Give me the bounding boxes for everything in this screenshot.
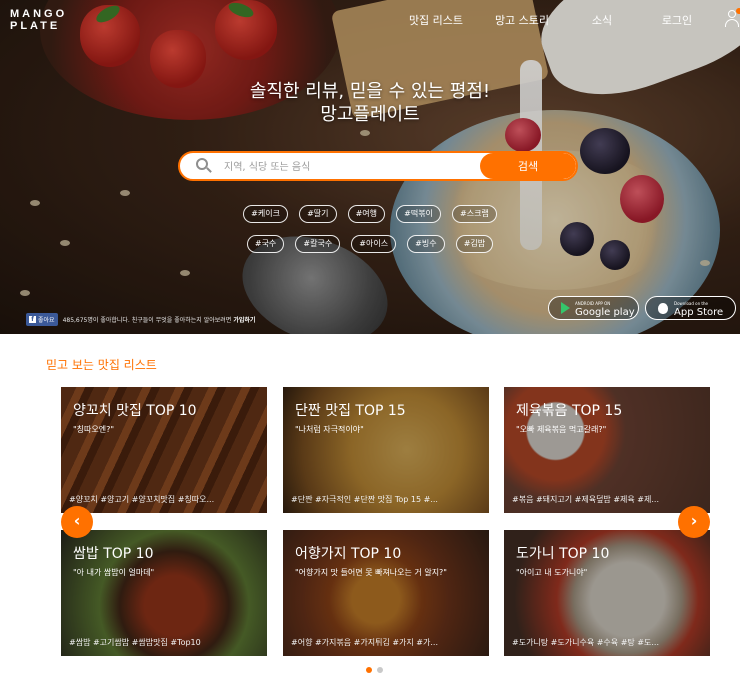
tag-row-1: #케이크 #딸기 #여행 #떡볶이 #스크랩	[0, 201, 740, 223]
facebook-like-bar: f 좋아요 485,675명이 좋아합니다. 친구들이 무엇을 좋아하는지 알아보…	[26, 313, 255, 326]
card-title: 어향가지 TOP 10	[295, 546, 402, 562]
notification-dot	[736, 8, 740, 14]
tag-chip[interactable]: #딸기	[299, 205, 337, 223]
google-play-icon	[561, 302, 570, 314]
hero-headline-line-2: 망고플레이트	[320, 104, 420, 125]
facebook-like-label: 좋아요	[38, 317, 55, 324]
card-keywords: #어향 #가지볶음 #가지튀김 #가지 #가...	[291, 638, 438, 647]
nav-item-mango-story[interactable]: 망고 스토리	[472, 12, 572, 28]
carousel-next-button[interactable]: ›	[678, 506, 710, 538]
list-card[interactable]: 제육볶음 TOP 15 "오빠 제육볶음 먹고갈래?" #볶음 #돼지고기 #제…	[504, 387, 710, 513]
list-card[interactable]: 양꼬치 맛집 TOP 10 "칭따오엔?" #양꼬치 #양고기 #양꼬치맛집 #…	[61, 387, 267, 513]
card-quote: "나처럼 자극적이야"	[295, 425, 364, 434]
pagination-dot[interactable]	[377, 667, 383, 673]
card-quote: "아이고 내 도가니야"	[516, 568, 588, 577]
tag-chip[interactable]: #떡볶이	[396, 205, 441, 223]
tag-chip[interactable]: #여행	[347, 205, 386, 223]
card-title: 제육볶음 TOP 15	[516, 403, 623, 419]
tag-chip[interactable]: #스크랩	[452, 205, 497, 223]
hero-headline: 솔직한 리뷰, 믿을 수 있는 평점! 망고플레이트	[0, 80, 740, 126]
logo-line-2: PLATE	[10, 20, 61, 32]
tag-row-2: #국수 #칼국수 #아이스 #빙수 #김밥	[0, 231, 740, 253]
carousel-pagination	[366, 667, 388, 673]
search-input[interactable]	[224, 157, 474, 177]
hero-banner: MANGO PLATE 맛집 리스트 망고 스토리 소식 로그인 솔직한 리뷰,…	[0, 0, 740, 334]
card-keywords: #도가니탕 #도가니수육 #수육 #탕 #도...	[512, 638, 659, 647]
card-quote: "오빠 제육볶음 먹고갈래?"	[516, 425, 607, 434]
pagination-dot-active[interactable]	[366, 667, 372, 673]
card-title: 쌈밥 TOP 10	[73, 546, 154, 562]
list-card[interactable]: 어향가지 TOP 10 "어향가지 맛 들어면 못 빠져나오는 거 알지?" #…	[283, 530, 489, 656]
card-keywords: #볶음 #돼지고기 #제육덮밥 #제육 #제...	[512, 495, 659, 504]
section-title: 믿고 보는 맛집 리스트	[46, 358, 157, 372]
nav-item-login[interactable]: 로그인	[632, 12, 722, 28]
user-icon[interactable]	[723, 8, 740, 28]
tag-chip[interactable]: #아이스	[351, 235, 397, 253]
google-play-label: Google play	[575, 307, 635, 318]
hero-headline-line-1: 솔직한 리뷰, 믿을 수 있는 평점!	[249, 81, 491, 102]
top-nav: 맛집 리스트 망고 스토리 소식 로그인	[400, 12, 722, 28]
app-store-button[interactable]: Download on the App Store	[645, 296, 736, 320]
card-quote: "아 내가 쌈밥이 얼마데"	[73, 568, 155, 577]
list-card[interactable]: 쌈밥 TOP 10 "아 내가 쌈밥이 얼마데" #쌈밥 #고기쌈밥 #쌈밥맛집…	[61, 530, 267, 656]
card-quote: "어향가지 맛 들어면 못 빠져나오는 거 알지?"	[295, 568, 447, 577]
search-icon	[196, 158, 212, 174]
card-quote: "칭따오엔?"	[73, 425, 115, 434]
nav-item-news[interactable]: 소식	[572, 12, 632, 28]
nav-item-restaurant-list[interactable]: 맛집 리스트	[400, 12, 472, 28]
carousel-prev-button[interactable]: ‹	[61, 506, 93, 538]
tag-chip[interactable]: #빙수	[407, 235, 445, 253]
tag-chip[interactable]: #칼국수	[295, 235, 341, 253]
card-title: 단짠 맛집 TOP 15	[295, 403, 406, 419]
google-play-button[interactable]: ANDROID APP ON Google play	[548, 296, 639, 320]
facebook-join-link[interactable]: 가입하기	[233, 315, 255, 324]
card-keywords: #쌈밥 #고기쌈밥 #쌈밥맛집 #Top10	[69, 638, 201, 647]
facebook-like-text: 485,675명이 좋아합니다. 친구들이 무엇을 좋아하는지 알아보려면	[62, 317, 232, 324]
card-keywords: #단짠 #자극적인 #단짠 맛집 Top 15 #...	[291, 495, 438, 504]
app-store-label: App Store	[674, 307, 724, 318]
tag-chip[interactable]: #케이크	[243, 205, 288, 223]
facebook-like-button[interactable]: f 좋아요	[26, 313, 58, 326]
search-button[interactable]: 검색	[480, 153, 576, 179]
list-card[interactable]: 도가니 TOP 10 "아이고 내 도가니야" #도가니탕 #도가니수육 #수육…	[504, 530, 710, 656]
facebook-icon: f	[29, 316, 36, 323]
mangoplate-logo[interactable]: MANGO PLATE	[10, 8, 67, 32]
tag-chip[interactable]: #국수	[246, 235, 285, 253]
card-title: 도가니 TOP 10	[516, 546, 610, 562]
card-title: 양꼬치 맛집 TOP 10	[73, 403, 197, 419]
search-bar: 검색	[178, 151, 578, 181]
card-keywords: #양꼬치 #양고기 #양꼬치맛집 #칭따오...	[69, 495, 215, 504]
logo-line-1: MANGO	[10, 8, 68, 20]
tag-chip[interactable]: #김밥	[455, 235, 494, 253]
apple-icon	[658, 302, 668, 314]
list-card[interactable]: 단짠 맛집 TOP 15 "나처럼 자극적이야" #단짠 #자극적인 #단짠 맛…	[283, 387, 489, 513]
